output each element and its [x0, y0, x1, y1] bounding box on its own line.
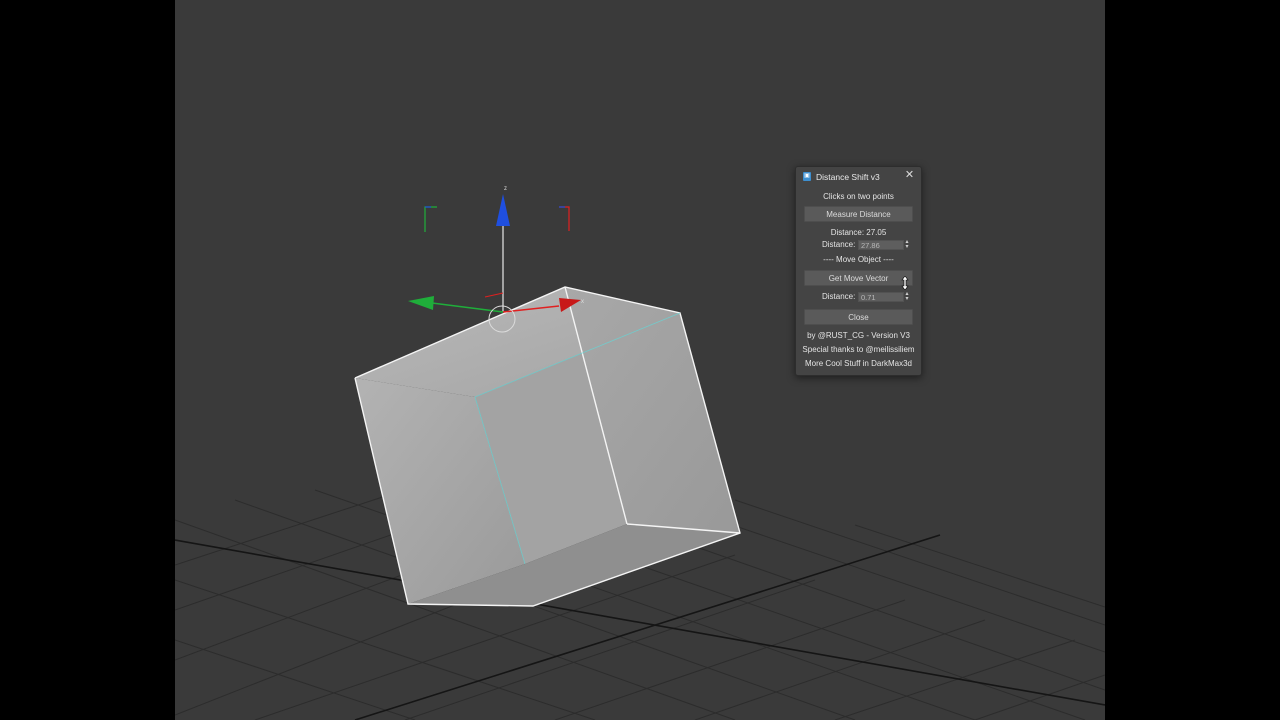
distance-shift-dialog[interactable]: ▣ Distance Shift v3 ✕ Clicks on two poin…	[795, 166, 922, 376]
gizmo-z-label: z	[504, 186, 507, 192]
distance-field-1[interactable]: 27.86	[858, 240, 904, 250]
close-icon[interactable]: ✕	[904, 170, 915, 181]
measure-distance-button[interactable]: Measure Distance	[804, 206, 913, 222]
spinner-arrows-icon[interactable]: ▴ ▾	[903, 239, 911, 250]
close-button[interactable]: Close	[804, 309, 913, 325]
distance-spinner-2: Distance: 0.71 ▴ ▾	[796, 291, 921, 303]
gizmo-x-label: x	[581, 299, 584, 305]
resize-cursor-icon	[901, 276, 909, 290]
credit-more: More Cool Stuff in DarkMax3d	[804, 359, 912, 368]
credit-author: by @RUST_CG - Version V3	[807, 331, 910, 340]
get-move-vector-button[interactable]: Get Move Vector	[804, 270, 913, 286]
distance-label-2: Distance:	[822, 292, 856, 301]
maxscript-icon: ▣	[803, 172, 811, 181]
box-object[interactable]	[354, 286, 741, 607]
viewport[interactable]: z x	[175, 0, 1105, 720]
instruction-text: Clicks on two points	[823, 192, 894, 201]
dialog-title: Distance Shift v3	[816, 172, 880, 182]
spinner-arrows-icon[interactable]: ▴ ▾	[903, 291, 911, 302]
distance-spinner-1: Distance: 27.86 ▴ ▾	[796, 239, 921, 251]
credit-thanks: Special thanks to @meilissiliem	[802, 345, 915, 354]
title-bar[interactable]: ▣ Distance Shift v3 ✕	[796, 167, 921, 187]
distance-readout: Distance: 27.05	[830, 228, 887, 237]
scene-3d[interactable]: z x	[175, 0, 1105, 720]
distance-field-2[interactable]: 0.71	[858, 292, 904, 302]
move-object-header: ---- Move Object ----	[823, 255, 894, 264]
distance-label-1: Distance:	[822, 240, 856, 249]
